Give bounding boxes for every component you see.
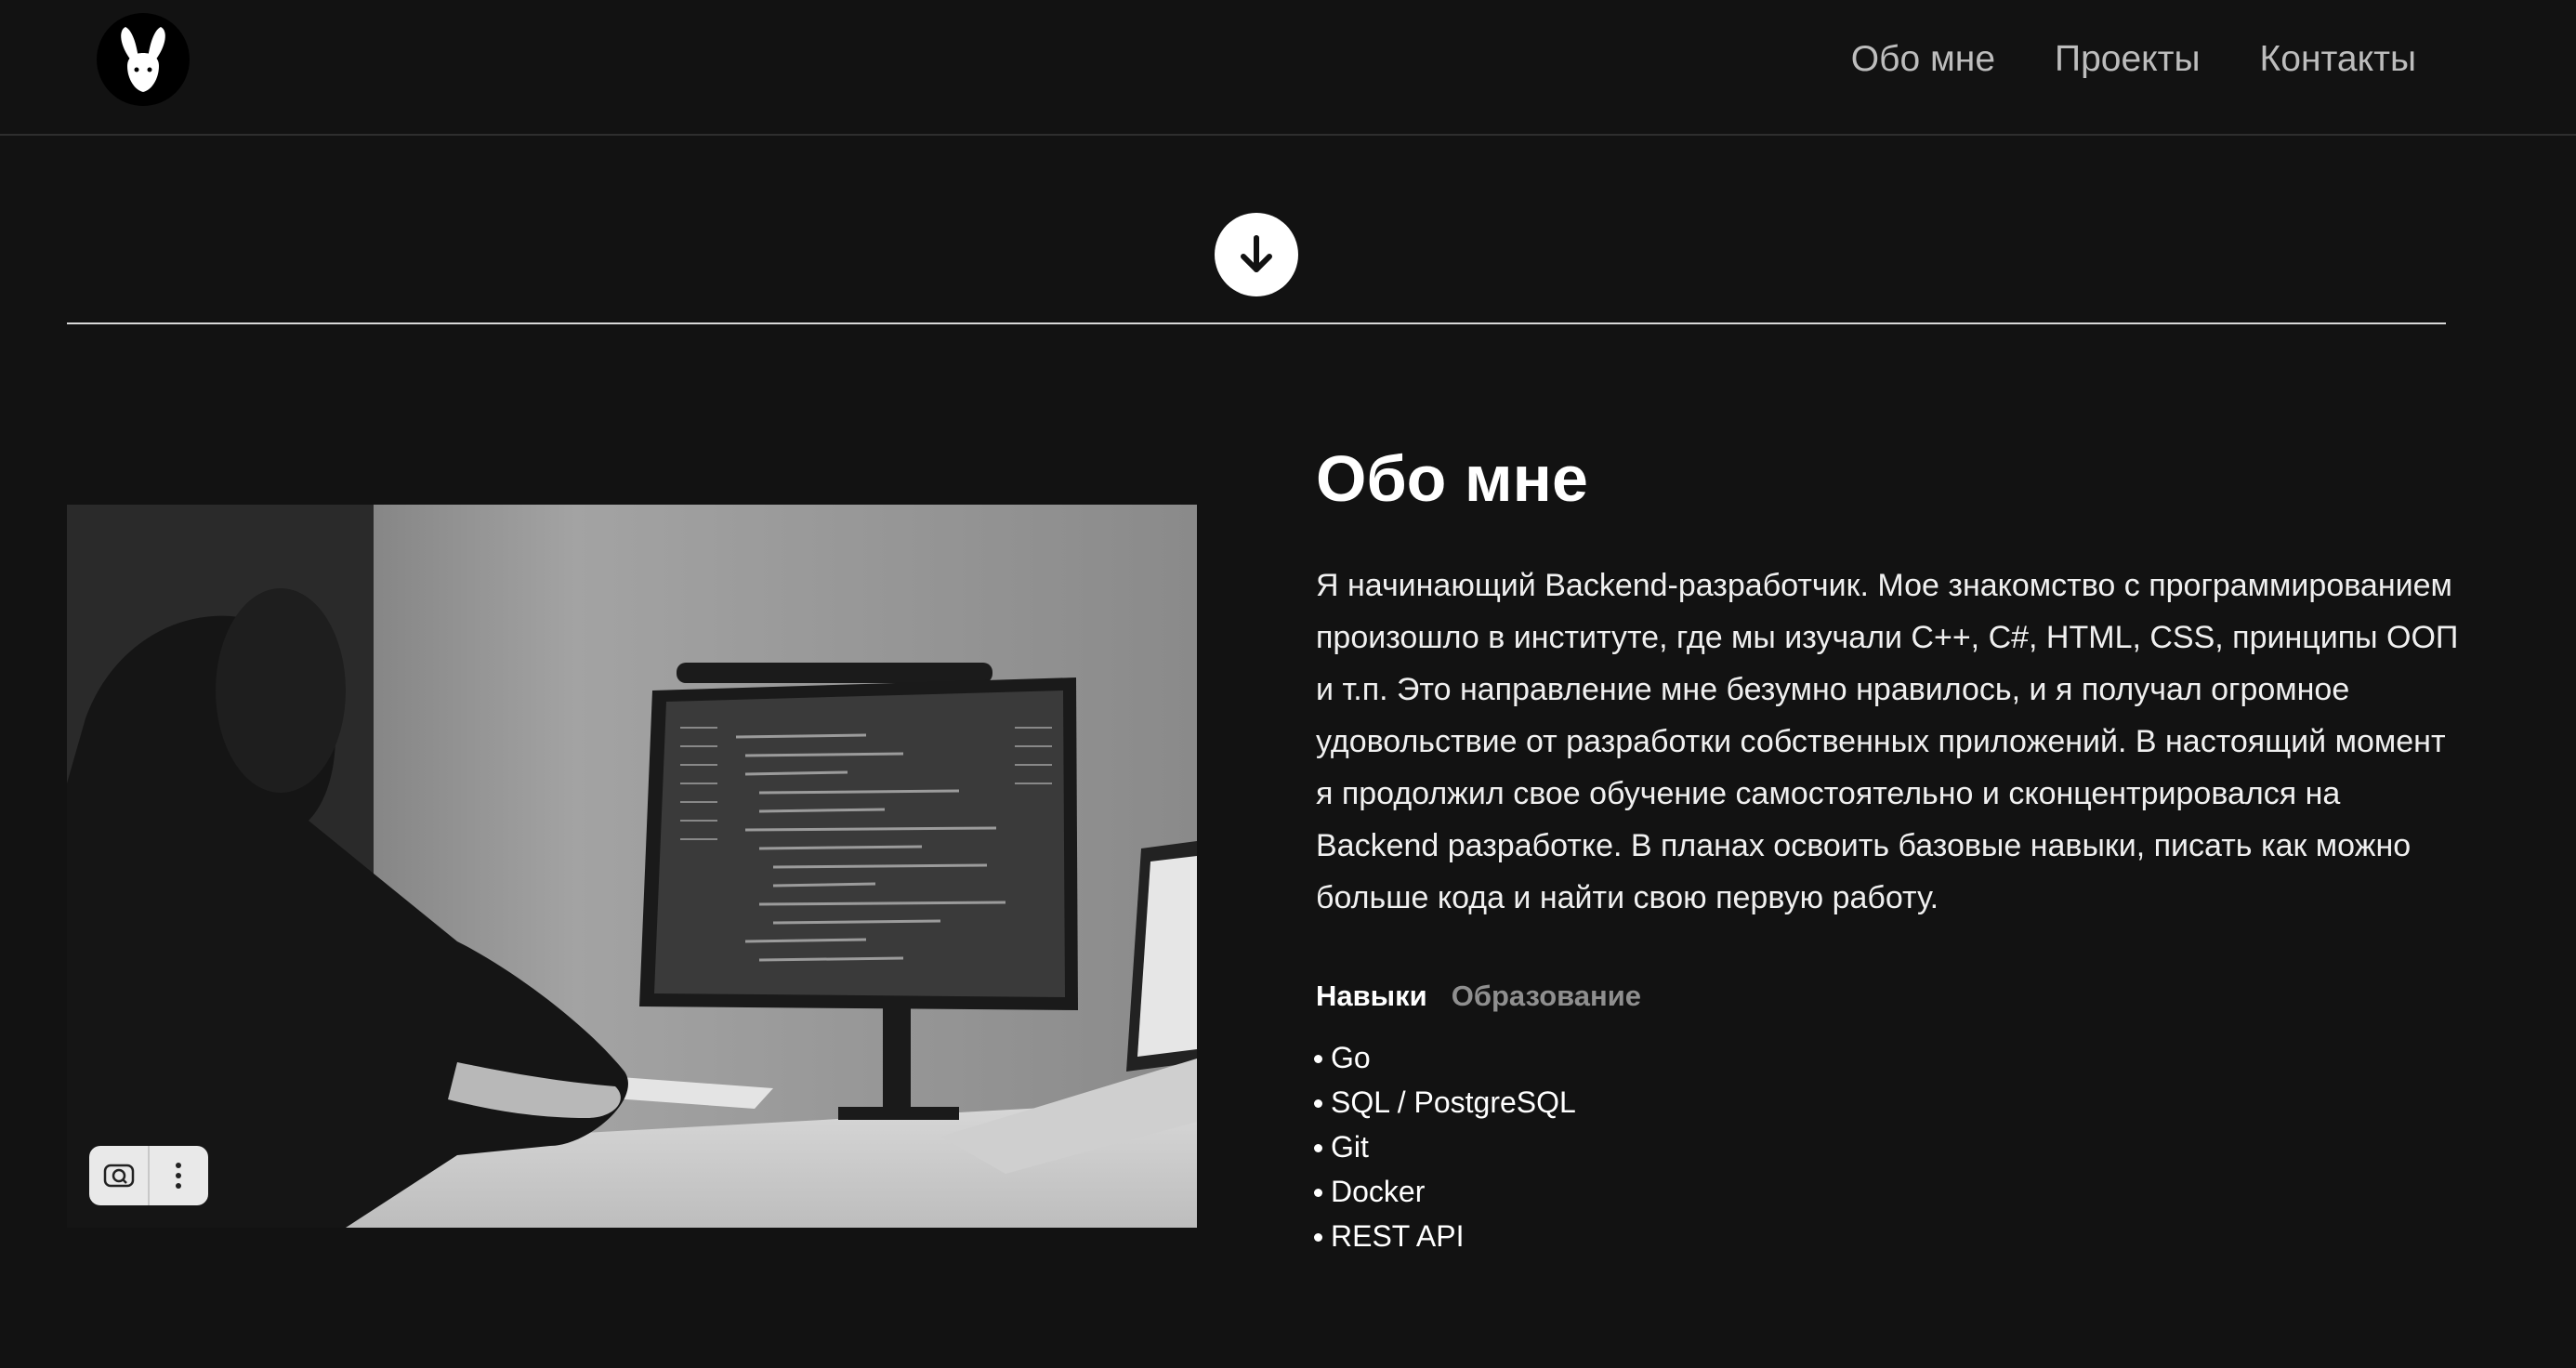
about-bio: Я начинающий Backend-разработчик. Мое зн… [1316,568,2459,915]
scroll-down-button[interactable] [1215,213,1298,296]
page: Обо мне Проекты Контакты Обо мне Я начин… [0,0,2576,1368]
section-divider [67,322,2446,324]
skill-item: Docker [1314,1169,2459,1214]
arrow-down-icon [1241,235,1272,272]
nav-projects[interactable]: Проекты [2055,35,2201,84]
lens-search-button[interactable] [89,1146,148,1205]
main-nav: Обо мне Проекты Контакты [1851,35,2416,84]
developer-photo [67,505,1197,1228]
skill-item: Go [1314,1035,2459,1080]
nav-contacts[interactable]: Контакты [2260,35,2416,84]
about-title: Обо мне [1316,442,1588,515]
rabbit-icon [121,27,165,92]
about-tabs: Навыки Образование [1316,980,2459,1013]
lens-search-icon [103,1164,134,1188]
more-vertical-icon [176,1163,182,1189]
more-options-button[interactable] [150,1146,208,1205]
nav-about[interactable]: Обо мне [1851,35,1995,84]
tab-skills[interactable]: Навыки [1316,980,1427,1013]
about-section: Обо мне Я начинающий Backend-разработчик… [1314,437,2459,1258]
site-header: Обо мне Проекты Контакты [0,0,2576,136]
skill-item: Git [1314,1125,2459,1169]
image-tools [89,1146,208,1205]
skill-item: SQL / PostgreSQL [1314,1080,2459,1125]
skills-list: Go SQL / PostgreSQL Git Docker REST API [1314,1035,2459,1258]
skill-item: REST API [1314,1214,2459,1258]
rabbit-logo[interactable] [97,13,190,106]
tab-education[interactable]: Образование [1452,980,1641,1013]
